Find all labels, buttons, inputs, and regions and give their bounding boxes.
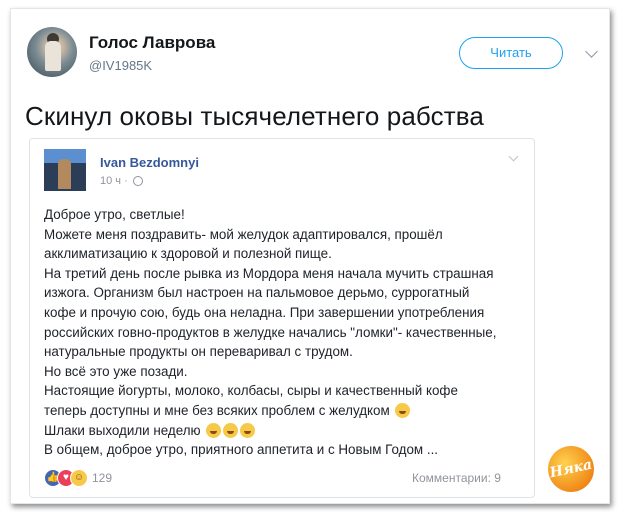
fb-avatar[interactable] [44,149,86,191]
author-handle[interactable]: @IV1985K [89,58,152,73]
avatar-figure [45,41,61,71]
post-line: кофе и прочую сою, будь она неладна. При… [44,304,485,320]
post-line: Можете меня поздравить- мой желудок адап… [44,226,443,242]
chevron-down-icon[interactable] [585,45,598,58]
author-name[interactable]: Голос Лаврова [89,33,215,53]
post-line-with-emoji: Шлаки выходили неделю [44,421,528,441]
follow-button[interactable]: Читать [459,37,563,69]
globe-icon [132,176,143,187]
haha-icon: ☺ [70,469,88,487]
post-line-text: Шлаки выходили неделю [44,422,201,438]
post-line: изжога. Организм был настроен на пальмов… [44,285,470,301]
post-line-text: теперь доступны и мне без всяких проблем… [44,402,390,418]
post-line: Настоящие йогурты, молоко, колбасы, сыры… [44,383,458,399]
fb-author-name[interactable]: Ivan Bezdomnyi [100,155,199,170]
post-line: российских говно-продуктов в желудке нач… [44,324,497,340]
reaction-count[interactable]: 129 [92,471,112,485]
embedded-facebook-post[interactable]: Ivan Bezdomnyi 10 ч · Доброе утро, светл… [29,138,535,498]
post-line: натуральные продукты он переваривал с тр… [44,344,353,360]
post-line: На третий день после рывка из Мордора ме… [44,265,494,281]
smile-emoji-icon [223,422,239,438]
post-line: В общем, доброе утро, приятного аппетита… [44,442,439,458]
smile-emoji-icon [395,402,411,418]
fb-post-body: Доброе утро, светлые! Можете меня поздра… [44,205,528,460]
avatar[interactable] [27,27,77,77]
smile-emoji-icon [206,422,222,438]
tweet-card: Голос Лаврова @IV1985K Читать Скинул око… [10,8,610,504]
smile-emoji-icon [240,422,256,438]
chevron-down-icon[interactable] [508,151,519,162]
fb-time-text: 10 ч · [100,175,128,187]
fb-post-time[interactable]: 10 ч · [100,175,143,187]
post-line-with-emoji: теперь доступны и мне без всяких проблем… [44,401,528,421]
post-line: Но всё это уже позади. [44,363,188,379]
comments-link[interactable]: Комментарии: 9 [412,471,501,485]
post-line: акклиматизацию к здоровой и полезной пищ… [44,246,332,262]
post-line: Доброе утро, светлые! [44,207,185,222]
fb-avatar-figure [58,159,71,189]
tweet-text: Скинул оковы тысячелетнего рабства [25,101,484,131]
